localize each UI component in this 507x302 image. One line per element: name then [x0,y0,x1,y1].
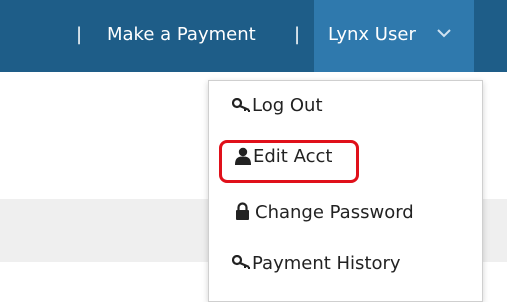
dropdown-item-change-password[interactable]: Change Password [209,191,482,239]
lock-icon [236,202,249,220]
nav-separator: | [76,24,83,45]
user-name-label: Lynx User [328,24,416,45]
dropdown-item-log-out[interactable]: Log Out [209,81,482,129]
dropdown-item-label: Log Out [252,95,323,116]
chevron-down-icon [437,29,451,38]
dropdown-item-payment-history[interactable]: Payment History [209,241,482,289]
nav-separator: | [294,24,301,45]
dropdown-item-label: Edit Acct [253,146,333,167]
user-icon [235,147,251,165]
user-dropdown-menu: Log Out Edit Acct Change Password Paymen… [208,80,483,302]
key-icon [232,255,250,269]
dropdown-item-label: Payment History [252,253,401,274]
user-menu-toggle[interactable]: Lynx User [314,0,474,72]
top-navbar: | Make a Payment | Lynx User [0,0,507,72]
dropdown-item-label: Change Password [255,202,414,223]
make-payment-link[interactable]: Make a Payment [107,23,256,47]
key-icon [232,98,250,112]
dropdown-item-edit-acct[interactable]: Edit Acct [209,133,482,183]
